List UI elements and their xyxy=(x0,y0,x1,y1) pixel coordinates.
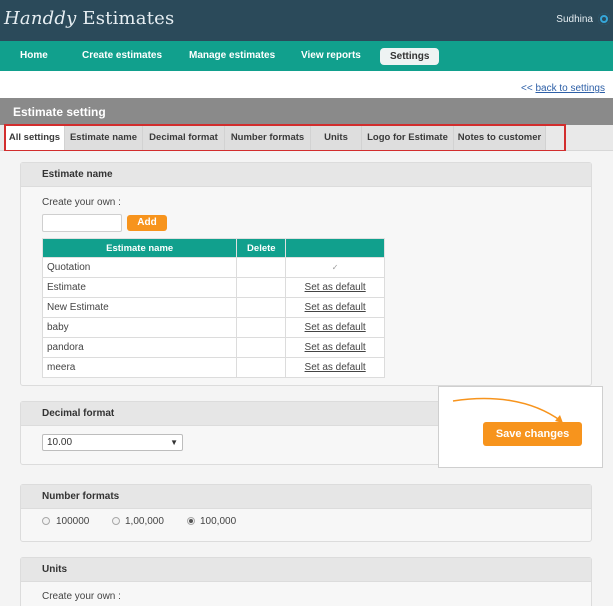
units-create-label: Create your own : xyxy=(42,591,121,602)
column-default xyxy=(285,238,385,258)
table-row: pandora Set as default xyxy=(41,337,385,358)
row-delete[interactable] xyxy=(236,337,287,358)
tab-all-settings[interactable]: All settings xyxy=(5,125,65,151)
row-name: baby xyxy=(41,317,238,338)
row-delete[interactable] xyxy=(236,297,287,318)
logo-script-text: Handdy xyxy=(4,8,77,29)
row-name: New Estimate xyxy=(41,297,238,318)
radio-label-1-00-000: 1,00,000 xyxy=(125,516,164,527)
estimate-name-panel: Estimate name Create your own : Add Esti… xyxy=(20,162,592,386)
main-nav: Home Create estimates Manage estimates V… xyxy=(0,41,613,71)
table-row: New Estimate Set as default xyxy=(41,297,385,318)
column-delete: Delete xyxy=(236,238,287,258)
settings-tabs: All settings Estimate name Decimal forma… xyxy=(0,125,613,151)
row-delete[interactable] xyxy=(236,277,287,298)
row-delete[interactable] xyxy=(236,357,287,378)
nav-settings[interactable]: Settings xyxy=(380,48,440,65)
page-title: Estimate setting xyxy=(13,105,106,119)
row-name: Estimate xyxy=(41,277,238,298)
radio-label-100-000: 100,000 xyxy=(200,516,237,527)
nav-create-estimates[interactable]: Create estimates xyxy=(82,41,162,71)
row-name: meera xyxy=(41,357,238,378)
row-delete[interactable] xyxy=(236,257,287,278)
estimate-name-input[interactable] xyxy=(42,214,122,232)
back-to-settings[interactable]: << back to settings xyxy=(521,83,605,94)
set-as-default-link[interactable]: Set as default xyxy=(305,362,366,373)
units-heading: Units xyxy=(21,558,591,582)
table-row: Quotation ✓ xyxy=(41,257,385,278)
add-button[interactable]: Add xyxy=(127,215,167,231)
units-panel: Units Create your own : xyxy=(20,557,592,606)
decimal-format-select[interactable]: 10.00 ▼ xyxy=(42,434,183,451)
table-row: meera Set as default xyxy=(41,357,385,378)
set-as-default-link[interactable]: Set as default xyxy=(305,282,366,293)
save-changes-button[interactable]: Save changes xyxy=(483,422,582,446)
save-changes-callout: Save changes xyxy=(438,386,603,468)
page-heading-bar: Estimate setting xyxy=(0,98,613,125)
logo-text: Estimates xyxy=(82,8,175,29)
nav-home[interactable]: Home xyxy=(20,41,48,71)
tab-logo-for-estimate[interactable]: Logo for Estimate xyxy=(362,125,454,151)
radio-1-00-000[interactable] xyxy=(112,517,120,525)
top-bar: Handdy Estimates Sudhina xyxy=(0,0,613,41)
set-as-default-link[interactable]: Set as default xyxy=(305,302,366,313)
row-name: Quotation xyxy=(41,257,238,278)
create-your-own-label: Create your own : xyxy=(42,197,121,208)
decimal-format-value: 10.00 xyxy=(47,437,73,448)
set-as-default-link[interactable]: Set as default xyxy=(305,322,366,333)
nav-view-reports[interactable]: View reports xyxy=(301,41,361,71)
back-arrows: << xyxy=(521,83,533,94)
tab-notes-to-customer[interactable]: Notes to customer xyxy=(454,125,546,151)
default-check: ✓ xyxy=(285,257,385,278)
app-logo[interactable]: Handdy Estimates xyxy=(4,8,174,29)
table-row: Estimate Set as default xyxy=(41,277,385,298)
chevron-down-icon: ▼ xyxy=(170,438,178,447)
user-name[interactable]: Sudhina xyxy=(556,14,593,25)
row-name: pandora xyxy=(41,337,238,358)
estimate-name-heading: Estimate name xyxy=(21,163,591,187)
tab-units[interactable]: Units xyxy=(311,125,362,151)
row-delete[interactable] xyxy=(236,317,287,338)
number-formats-panel: Number formats 100000 1,00,000 100,000 xyxy=(20,484,592,542)
radio-label-100000: 100000 xyxy=(56,516,90,527)
radio-100000[interactable] xyxy=(42,517,50,525)
number-formats-heading: Number formats xyxy=(21,485,591,509)
radio-100-000[interactable] xyxy=(187,517,195,525)
back-to-settings-link[interactable]: back to settings xyxy=(535,83,604,94)
table-header-row: Estimate name Delete xyxy=(41,238,385,258)
tab-decimal-format[interactable]: Decimal format xyxy=(143,125,225,151)
column-estimate-name: Estimate name xyxy=(41,238,238,258)
tab-estimate-name[interactable]: Estimate name xyxy=(65,125,143,151)
tab-number-formats[interactable]: Number formats xyxy=(225,125,311,151)
table-row: baby Set as default xyxy=(41,317,385,338)
gear-icon[interactable] xyxy=(598,13,610,25)
estimate-name-table: Estimate name Delete Quotation ✓ Estimat… xyxy=(41,238,385,378)
check-icon: ✓ xyxy=(331,263,339,272)
nav-manage-estimates[interactable]: Manage estimates xyxy=(189,41,275,71)
set-as-default-link[interactable]: Set as default xyxy=(305,342,366,353)
